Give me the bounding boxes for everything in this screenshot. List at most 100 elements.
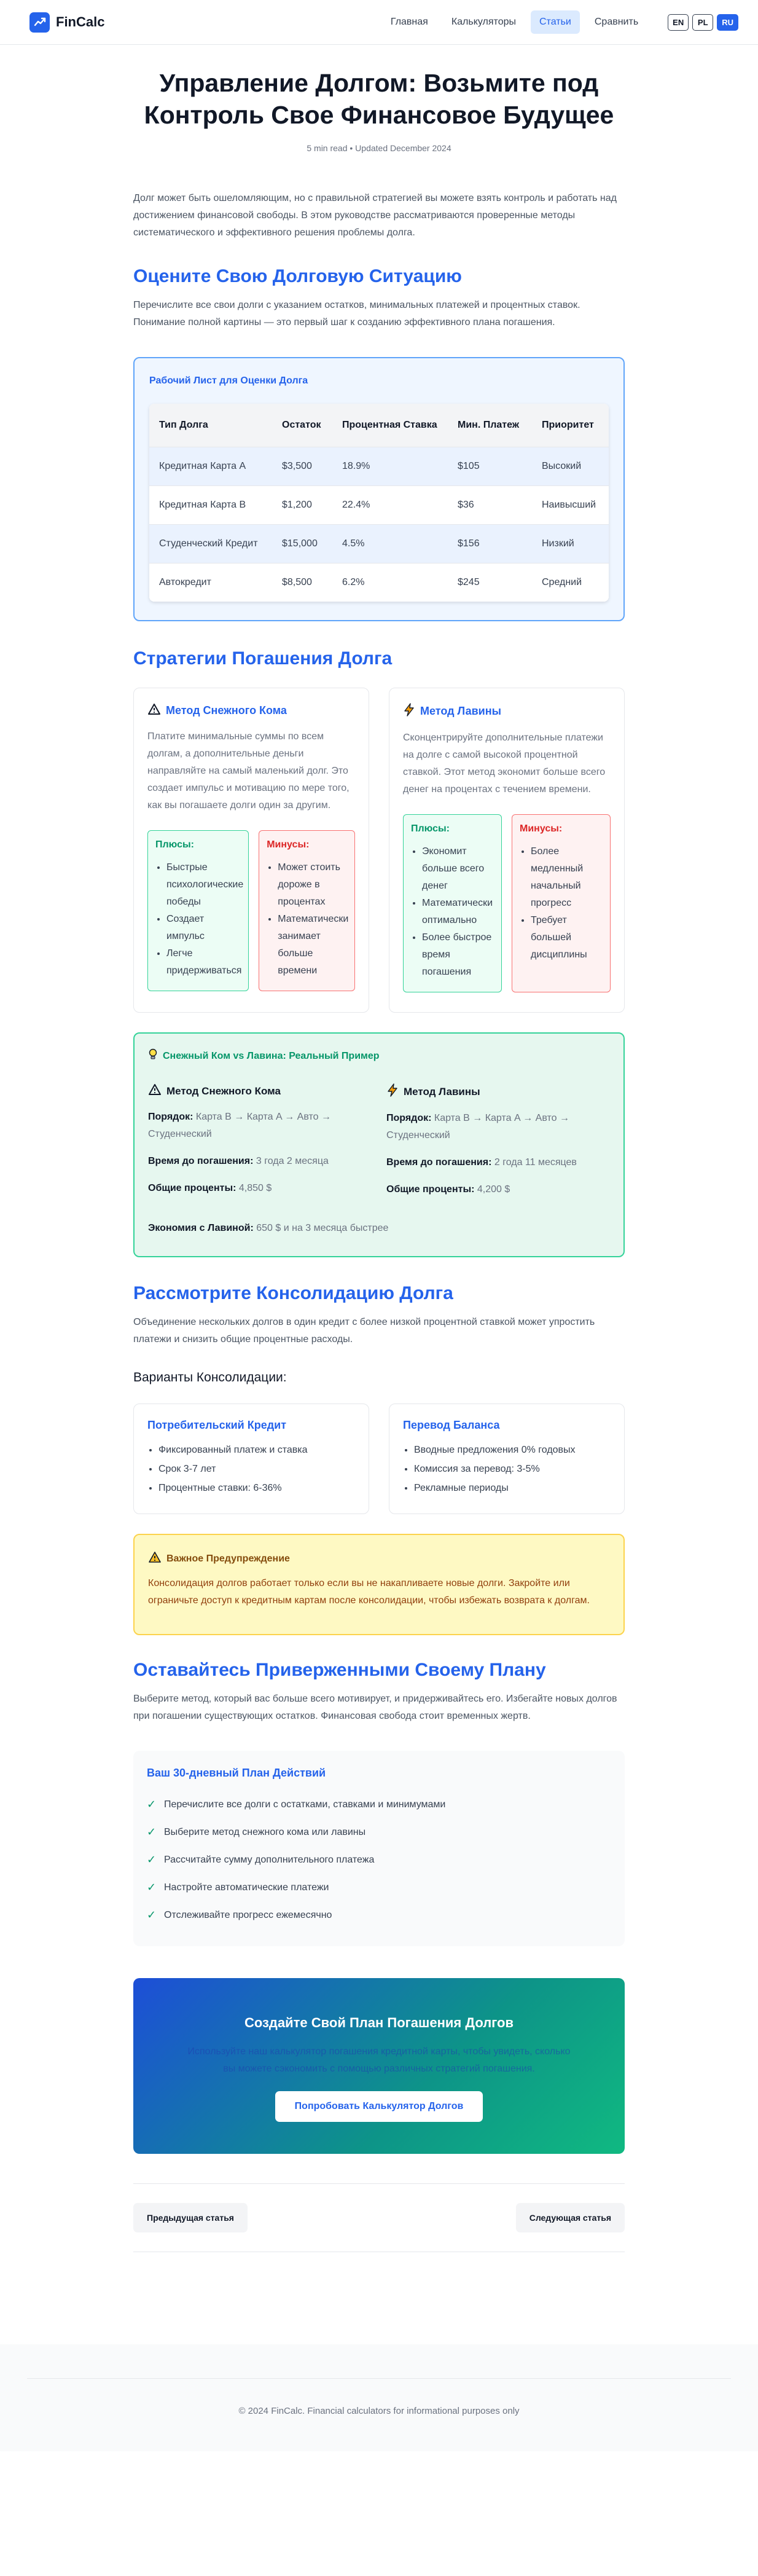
col-debt-type: Тип Долга [149, 404, 272, 447]
cell: Кредитная Карта A [149, 447, 272, 486]
variants-title: Варианты Консолидации: [133, 1370, 287, 1384]
pros-title: Плюсы: [155, 839, 195, 850]
article-navigation: Предыдущая статья Следующая статья [133, 2183, 625, 2252]
plan-item: ✓ Настройте автоматические платежи [147, 1874, 611, 1901]
value: 4,850 $ [238, 1183, 272, 1193]
cell: $36 [448, 485, 532, 525]
cell: $105 [448, 447, 532, 486]
article-intro: Долг может быть ошеломляющим, но с прави… [133, 193, 617, 238]
plan-item-label: Рассчитайте сумму дополнительного платеж… [164, 1854, 375, 1865]
cta-banner: Создайте Свой План Погашения Долгов Испо… [133, 1978, 625, 2154]
label: Экономия с Лавиной: [148, 1223, 254, 1233]
worksheet-title: Рабочий Лист для Оценки Долга [149, 375, 308, 386]
label: Время до погашения: [148, 1156, 254, 1166]
brand[interactable]: FinCalc [29, 12, 104, 33]
commit-text: Выберите метод, который вас больше всего… [133, 1694, 617, 1721]
value: 3 года 2 месяца [256, 1156, 329, 1166]
next-article-button[interactable]: Следующая статья [515, 2203, 625, 2232]
lang-pl-button[interactable]: PL [692, 14, 714, 31]
title-line-2: Контроль Свое Финансовое Будущее [144, 101, 614, 129]
list-item: Процентные ставки: 6-36% [158, 1478, 355, 1498]
list-item: Требует большей дисциплины [531, 912, 605, 964]
label: Порядок: [386, 1113, 432, 1123]
plan-item: ✓ Выберите метод снежного кома или лавины [147, 1818, 611, 1846]
example-title: Снежный Ком vs Лавина: Реальный Пример [163, 1050, 380, 1061]
balance-transfer-card: Перевод Баланса Вводные предложения 0% г… [389, 1404, 625, 1514]
cta-text: Используйте наш калькулятор погашения кр… [187, 2046, 571, 2074]
list-item: Создает импульс [166, 911, 243, 945]
list-item: Вводные предложения 0% годовых [414, 1440, 611, 1459]
cell: $156 [448, 524, 532, 564]
article-meta: 5 min read • Updated December 2024 [307, 143, 451, 153]
value: 650 $ и на 3 месяца быстрее [256, 1223, 389, 1233]
consolidation-text: Объединение нескольких долгов в один кре… [133, 1317, 595, 1345]
strategies-title: Стратегии Погашения Долга [133, 648, 393, 669]
plan-item: ✓ Рассчитайте сумму дополнительного плате… [147, 1846, 611, 1874]
lightning-icon [403, 703, 415, 720]
cell: $1,200 [272, 485, 332, 525]
plan-item: ✓ Отслеживайте прогресс ежемесячно [147, 1901, 611, 1929]
snowball-card: Метод Снежного Кома Платите минимальные … [133, 688, 369, 1013]
assess-text: Перечислите все свои долги с указанием о… [133, 300, 580, 328]
avalanche-card: Метод Лавины Сконцентрируйте дополнитель… [389, 688, 625, 1013]
snowball-text: Платите минимальные суммы по всем долгам… [147, 731, 350, 811]
example-avalanche-title: Метод Лавины [404, 1085, 480, 1098]
nav-compare[interactable]: Сравнить [586, 10, 647, 34]
warning-triangle-icon [148, 1083, 162, 1099]
avalanche-title: Метод Лавины [420, 705, 501, 717]
table-row: Студенческий Кредит $15,000 4.5% $156 Ни… [149, 524, 609, 564]
check-icon: ✓ [147, 1909, 157, 1921]
chart-trend-icon [29, 12, 50, 33]
cell: $15,000 [272, 524, 332, 564]
lang-ru-button[interactable]: RU [717, 14, 738, 31]
warning-box: Важное Предупреждение Консолидация долго… [133, 1534, 625, 1635]
cell: Высокий [532, 447, 609, 486]
example-snowball: Метод Снежного Кома Порядок: Карта B → К… [148, 1083, 372, 1198]
table-row: Кредитная Карта A $3,500 18.9% $105 Высо… [149, 447, 609, 486]
snowball-cons: Минусы: Может стоить дороже в процентах … [259, 830, 355, 991]
list-item: Легче придерживаться [166, 945, 243, 980]
col-balance: Остаток [272, 404, 332, 447]
previous-article-button[interactable]: Предыдущая статья [133, 2203, 248, 2232]
label: Общие проценты: [386, 1184, 475, 1195]
example-interest: Общие проценты: 4,850 $ [148, 1180, 372, 1197]
list-item: Экономит больше всего денег [422, 843, 496, 895]
nav-calculators[interactable]: Калькуляторы [443, 10, 525, 34]
list-item: Более медленный начальный прогресс [531, 843, 605, 912]
cons-title: Минусы: [520, 823, 563, 834]
example-avalanche: Метод Лавины Порядок: Карта B → Карта A … [386, 1083, 610, 1198]
warning-title: Важное Предупреждение [166, 1553, 290, 1564]
warning-text: Консолидация долгов работает только если… [148, 1578, 590, 1606]
list-item: Более быстрое время погашения [422, 929, 496, 981]
try-calculator-button[interactable]: Попробовать Калькулятор Долгов [275, 2091, 483, 2122]
action-plan: Ваш 30-дневный План Действий ✓ Перечислит… [133, 1751, 625, 1946]
label: Порядок: [148, 1112, 193, 1122]
plan-item-label: Выберите метод снежного кома или лавины [164, 1826, 366, 1837]
plan-item: ✓ Перечислите все долги с остатками, став… [147, 1791, 611, 1818]
example-interest: Общие проценты: 4,200 $ [386, 1181, 610, 1198]
check-icon: ✓ [147, 1798, 157, 1810]
example-snowball-title: Метод Снежного Кома [166, 1085, 281, 1097]
plan-item-label: Перечислите все долги с остатками, ставк… [164, 1799, 446, 1810]
nav-home[interactable]: Главная [382, 10, 437, 34]
personal-loan-card: Потребительский Кредит Фиксированный пла… [133, 1404, 369, 1514]
table-row: Автокредит $8,500 6.2% $245 Средний [149, 563, 609, 602]
cell: 6.2% [332, 563, 448, 602]
cell: Средний [532, 563, 609, 602]
main-nav: Главная Калькуляторы Статьи Сравнить [382, 10, 647, 34]
cta-title: Создайте Свой План Погашения Долгов [244, 2015, 514, 2030]
table-row: Кредитная Карта B $1,200 22.4% $36 Наивы… [149, 485, 609, 525]
site-header: FinCalc Главная Калькуляторы Статьи Срав… [0, 0, 758, 45]
plan-item-label: Отслеживайте прогресс ежемесячно [164, 1909, 332, 1920]
example-order: Порядок: Карта B → Карта A → Авто → Студ… [386, 1110, 610, 1144]
commit-title: Оставайтесь Приверженными Своему Плану [133, 1660, 546, 1680]
example-order: Порядок: Карта B → Карта A → Авто → Студ… [148, 1109, 372, 1143]
debt-table: Тип Долга Остаток Процентная Ставка Мин.… [149, 404, 609, 602]
language-switcher: EN PL RU [668, 14, 738, 31]
nav-articles[interactable]: Статьи [531, 10, 580, 34]
strategy-grid: Метод Снежного Кома Платите минимальные … [133, 688, 625, 1013]
lang-en-button[interactable]: EN [668, 14, 689, 31]
cell: $245 [448, 563, 532, 602]
cell: Студенческий Кредит [149, 524, 272, 564]
cell: Наивысший [532, 485, 609, 525]
